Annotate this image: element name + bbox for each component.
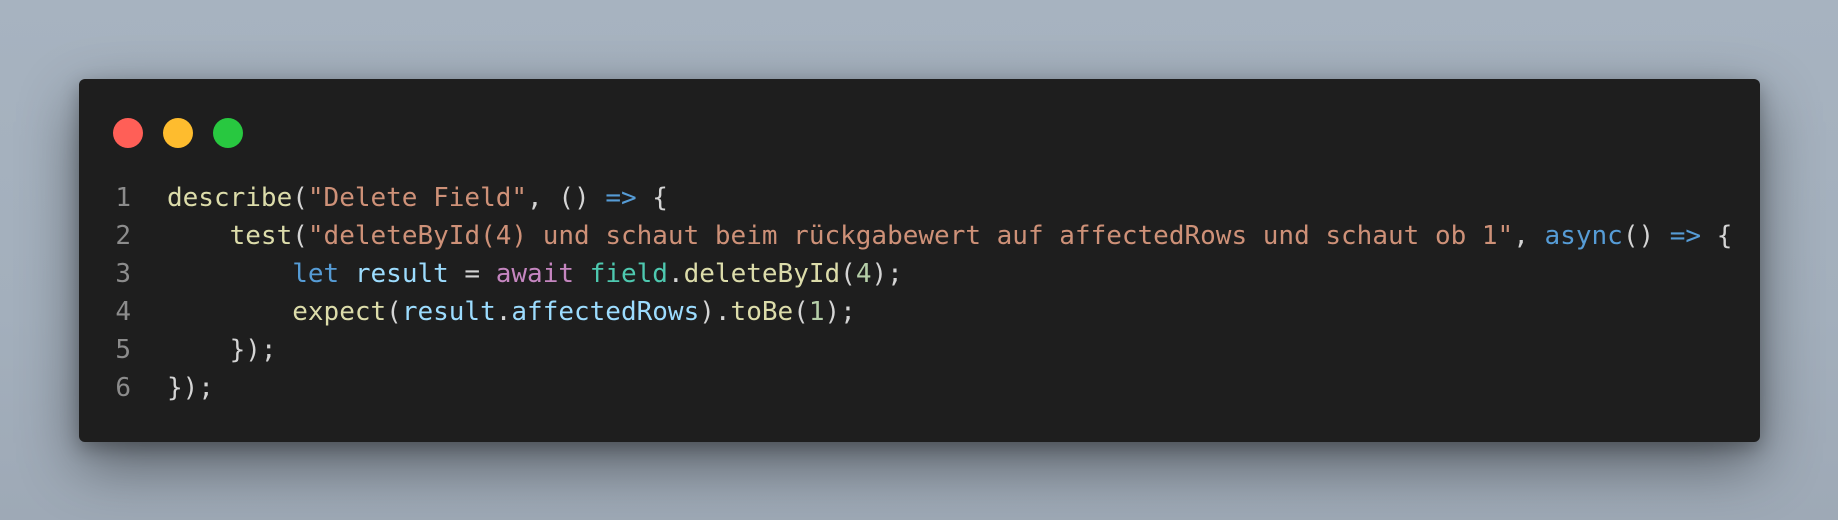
code-token: (	[292, 221, 308, 251]
code-token: ()	[1622, 221, 1670, 251]
code-token: ,	[1513, 221, 1545, 251]
code-token: });	[229, 335, 277, 365]
code-token: 4	[855, 259, 872, 289]
code-token: 1	[808, 297, 825, 327]
code-line: 4 expect(result.affectedRows).toBe(1);	[79, 293, 1732, 331]
close-dot-icon[interactable]	[113, 118, 143, 148]
line-source: });	[131, 331, 277, 369]
code-token: (	[292, 183, 308, 213]
code-token: =	[448, 259, 496, 289]
code-token: expect	[292, 297, 387, 327]
line-source: });	[131, 369, 214, 407]
code-token: field	[589, 259, 668, 289]
code-token: (	[793, 297, 809, 327]
code-window: 1 describe("Delete Field", () => {2 test(…	[79, 79, 1760, 442]
line-number: 5	[115, 335, 131, 365]
code-token: .	[495, 297, 512, 327]
code-token: =>	[1669, 221, 1702, 251]
code-token: "deleteById(4) und schaut beim rückgabew…	[307, 221, 1514, 251]
code-token: "Delete Field"	[307, 183, 528, 213]
code-token: {	[636, 183, 668, 213]
code-token: describe	[167, 183, 293, 213]
code-token: result	[401, 297, 496, 327]
code-line: 6});	[79, 369, 1732, 407]
line-source: test("deleteById(4) und schaut beim rück…	[131, 217, 1733, 255]
code-token: async	[1544, 221, 1623, 251]
code-token: {	[1701, 221, 1733, 251]
code-line: 2 test("deleteById(4) und schaut beim rü…	[79, 217, 1732, 255]
line-source: describe("Delete Field", () => {	[131, 179, 668, 217]
code-line: 3 let result = await field.deleteById(4)…	[79, 255, 1732, 293]
line-number: 1	[115, 183, 131, 213]
code-token: test	[229, 221, 293, 251]
minimize-dot-icon[interactable]	[163, 118, 193, 148]
line-number: 6	[115, 373, 131, 403]
code-token: , ()	[527, 183, 606, 213]
code-token: toBe	[730, 297, 794, 327]
code-token: .	[667, 259, 684, 289]
code-token: =>	[605, 183, 637, 213]
line-source: expect(result.affectedRows).toBe(1);	[131, 293, 856, 331]
code-token: await	[495, 259, 575, 289]
code-block: 1 describe("Delete Field", () => {2 test(…	[79, 179, 1732, 407]
window-controls	[113, 118, 243, 148]
code-token: result	[354, 259, 449, 289]
code-token: ).	[699, 297, 731, 327]
code-line: 5 });	[79, 331, 1732, 369]
line-number: 3	[115, 259, 131, 289]
code-token: affectedRows	[511, 297, 700, 327]
code-line: 1 describe("Delete Field", () => {	[79, 179, 1732, 217]
code-token: deleteById	[683, 259, 841, 289]
code-token: );	[824, 297, 856, 327]
code-token: let	[292, 259, 340, 289]
code-token: (	[840, 259, 856, 289]
line-number: 4	[115, 297, 131, 327]
code-token: });	[167, 373, 214, 403]
maximize-dot-icon[interactable]	[213, 118, 243, 148]
code-token: );	[871, 259, 903, 289]
line-number: 2	[115, 221, 131, 251]
code-token: (	[386, 297, 402, 327]
line-source: let result = await field.deleteById(4);	[131, 255, 903, 293]
